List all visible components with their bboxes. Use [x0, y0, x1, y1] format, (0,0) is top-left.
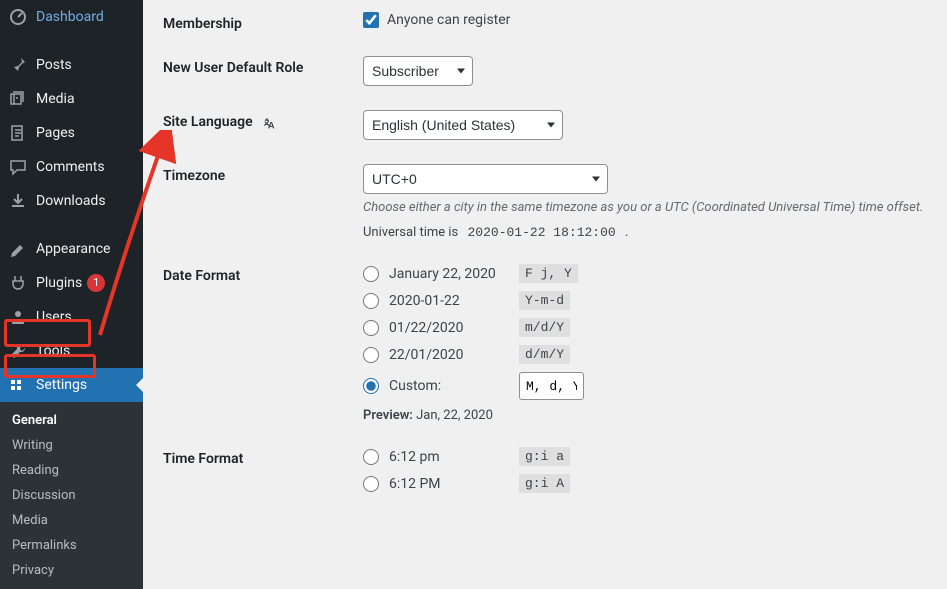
date-format-custom-label: Custom: [389, 378, 519, 394]
sidebar-item-users[interactable]: Users [0, 300, 143, 334]
time-format-display: 6:12 PM [389, 476, 519, 492]
date-format-custom-radio[interactable] [363, 378, 379, 394]
universal-time-text: Universal time is 2020-01-22 18:12:00 . [363, 225, 927, 240]
timezone-description: Choose either a city in the same timezon… [363, 200, 927, 215]
time-format-display: 6:12 pm [389, 449, 519, 465]
sidebar-item-tools[interactable]: Tools [0, 334, 143, 368]
sidebar-item-label: Users [36, 309, 72, 325]
sidebar-item-pages[interactable]: Pages [0, 116, 143, 150]
sidebar-item-label: Posts [36, 57, 72, 73]
sidebar-item-label: Tools [36, 343, 70, 359]
settings-general-content: Membership Anyone can register New User … [143, 0, 947, 537]
date-format-option[interactable]: January 22, 2020F j, Y [363, 264, 927, 283]
sidebar-item-plugins[interactable]: Plugins 1 [0, 266, 143, 300]
date-format-label: Date Format [163, 264, 363, 284]
update-badge: 1 [87, 274, 105, 292]
date-format-custom-input[interactable] [519, 372, 584, 400]
time-format-code: g:i a [519, 447, 570, 466]
membership-label: Membership [163, 12, 363, 32]
sidebar-item-dashboard[interactable]: Dashboard [0, 0, 143, 34]
date-format-code: d/m/Y [519, 345, 570, 364]
site-language-label: Site Language [163, 110, 363, 130]
sidebar-item-label: Comments [36, 159, 105, 175]
submenu-item-media[interactable]: Media [0, 508, 143, 533]
time-format-radio[interactable] [363, 449, 379, 465]
downloads-icon [8, 191, 28, 211]
time-format-label: Time Format [163, 447, 363, 467]
date-format-option[interactable]: 01/22/2020m/d/Y [363, 318, 927, 337]
timezone-select[interactable]: UTC+0 [363, 164, 608, 194]
date-format-radio[interactable] [363, 347, 379, 363]
date-format-code: m/d/Y [519, 318, 570, 337]
sidebar-item-label: Media [36, 91, 75, 107]
site-language-select[interactable]: English (United States) [363, 110, 563, 140]
date-format-radio[interactable] [363, 266, 379, 282]
date-format-preview: Preview: Jan, 22, 2020 [363, 408, 927, 423]
time-format-option[interactable]: 6:12 PMg:i A [363, 474, 927, 493]
users-icon [8, 307, 28, 327]
media-icon [8, 89, 28, 109]
date-format-radio[interactable] [363, 293, 379, 309]
date-format-code: F j, Y [519, 264, 578, 283]
translate-icon [260, 114, 276, 130]
pin-icon [8, 55, 28, 75]
submenu-item-general[interactable]: General [0, 408, 143, 433]
dashboard-icon [8, 7, 28, 27]
settings-icon [8, 375, 28, 395]
sidebar-item-comments[interactable]: Comments [0, 150, 143, 184]
comments-icon [8, 157, 28, 177]
sidebar-item-posts[interactable]: Posts [0, 48, 143, 82]
timezone-label: Timezone [163, 164, 363, 184]
tools-icon [8, 341, 28, 361]
time-format-code: g:i A [519, 474, 570, 493]
date-format-code: Y-m-d [519, 291, 570, 310]
sidebar-item-media[interactable]: Media [0, 82, 143, 116]
date-format-option[interactable]: 2020-01-22Y-m-d [363, 291, 927, 310]
date-format-custom[interactable]: Custom: [363, 372, 927, 400]
membership-checkbox-label: Anyone can register [387, 12, 510, 28]
settings-submenu: GeneralWritingReadingDiscussionMediaPerm… [0, 402, 143, 589]
default-role-label: New User Default Role [163, 56, 363, 76]
sidebar-item-appearance[interactable]: Appearance [0, 232, 143, 266]
sidebar-item-label: Pages [36, 125, 75, 141]
time-format-option[interactable]: 6:12 pmg:i a [363, 447, 927, 466]
date-format-display: January 22, 2020 [389, 266, 519, 282]
date-format-display: 01/22/2020 [389, 320, 519, 336]
sidebar-item-label: Downloads [36, 193, 106, 209]
plugins-icon [8, 273, 28, 293]
sidebar-item-settings[interactable]: Settings [0, 368, 143, 402]
submenu-item-discussion[interactable]: Discussion [0, 483, 143, 508]
date-format-display: 22/01/2020 [389, 347, 519, 363]
admin-sidebar: Dashboard Posts Media Pages Comments Download… [0, 0, 143, 537]
sidebar-item-downloads[interactable]: Downloads [0, 184, 143, 218]
sidebar-item-label: Dashboard [36, 9, 104, 25]
sidebar-item-label: Appearance [36, 241, 110, 257]
default-role-select[interactable]: Subscriber [363, 56, 473, 86]
submenu-item-privacy[interactable]: Privacy [0, 558, 143, 583]
submenu-item-reading[interactable]: Reading [0, 458, 143, 483]
appearance-icon [8, 239, 28, 259]
sidebar-item-label: Settings [36, 377, 87, 393]
time-format-radio[interactable] [363, 476, 379, 492]
membership-checkbox-row[interactable]: Anyone can register [363, 12, 927, 28]
sidebar-item-label: Plugins [36, 275, 82, 291]
submenu-item-writing[interactable]: Writing [0, 433, 143, 458]
date-format-radio[interactable] [363, 320, 379, 336]
pages-icon [8, 123, 28, 143]
date-format-display: 2020-01-22 [389, 293, 519, 309]
membership-checkbox[interactable] [363, 12, 379, 28]
date-format-option[interactable]: 22/01/2020d/m/Y [363, 345, 927, 364]
